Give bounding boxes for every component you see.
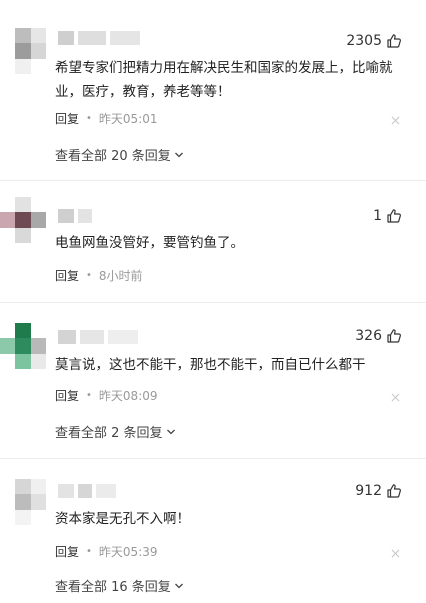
like-button[interactable]: 912 xyxy=(355,482,402,500)
like-count: 2305 xyxy=(346,33,382,49)
thumbs-up-icon xyxy=(387,209,401,223)
comment-item: 326 莫言说，这也不能干，那也不能干，而自已什么都干 回复 • 昨天08:09… xyxy=(0,303,426,458)
chevron-down-icon xyxy=(174,152,183,157)
thumbs-up-icon xyxy=(387,329,401,343)
reply-button[interactable]: 回复 xyxy=(55,543,79,560)
username[interactable] xyxy=(58,484,116,498)
avatar[interactable] xyxy=(0,323,46,369)
chevron-down-icon xyxy=(174,583,183,588)
close-icon[interactable] xyxy=(391,116,400,125)
username[interactable] xyxy=(58,209,92,223)
reply-button[interactable]: 回复 xyxy=(55,387,79,404)
like-button[interactable]: 326 xyxy=(355,327,402,345)
comment-meta: 回复 • 昨天05:39 xyxy=(55,543,158,560)
like-count: 326 xyxy=(355,328,382,344)
thumbs-up-icon xyxy=(387,484,401,498)
comment-text: 资本家是无孔不入啊！ xyxy=(55,511,190,527)
like-count: 912 xyxy=(355,483,382,499)
view-all-replies-button[interactable]: 查看全部 16 条回复 xyxy=(55,576,184,595)
meta-separator: • xyxy=(86,546,92,557)
chevron-down-icon xyxy=(166,429,175,434)
comment-time: 昨天08:09 xyxy=(98,389,158,403)
comment-item: 2305 希望专家们把精力用在解决民生和国家的发展上，比喻就业，医疗，教育，养老… xyxy=(0,0,426,180)
view-all-replies-label: 查看全部 20 条回复 xyxy=(55,149,171,164)
view-all-replies-button[interactable]: 查看全部 20 条回复 xyxy=(55,145,184,164)
comment-text: 希望专家们把精力用在解决民生和国家的发展上，比喻就业，医疗，教育，养老等等！ xyxy=(55,60,393,100)
meta-separator: • xyxy=(86,270,92,281)
comment-time: 昨天05:01 xyxy=(98,112,158,126)
like-button[interactable]: 1 xyxy=(373,207,402,225)
reply-button[interactable]: 回复 xyxy=(55,267,79,284)
close-icon[interactable] xyxy=(391,549,400,558)
view-all-replies-label: 查看全部 2 条回复 xyxy=(55,426,163,441)
comment-text: 莫言说，这也不能干，那也不能干，而自已什么都干 xyxy=(55,357,366,373)
comment-item: 912 资本家是无孔不入啊！ 回复 • 昨天05:39 查看全部 16 条回复 xyxy=(0,459,426,603)
comment-meta: 回复 • 昨天05:01 xyxy=(55,110,158,127)
comment-time: 8小时前 xyxy=(98,269,143,283)
avatar[interactable] xyxy=(0,197,46,243)
close-icon[interactable] xyxy=(391,393,400,402)
username[interactable] xyxy=(58,31,140,45)
avatar[interactable] xyxy=(0,28,46,74)
meta-separator: • xyxy=(86,390,92,401)
username[interactable] xyxy=(58,330,138,344)
like-button[interactable]: 2305 xyxy=(346,32,402,50)
comment-text: 电鱼网鱼没管好，要管钓鱼了。 xyxy=(55,235,244,251)
comment-meta: 回复 • 8小时前 xyxy=(55,267,143,284)
comment-meta: 回复 • 昨天08:09 xyxy=(55,387,158,404)
comment-item: 1 电鱼网鱼没管好，要管钓鱼了。 回复 • 8小时前 xyxy=(0,181,426,302)
thumbs-up-icon xyxy=(387,34,401,48)
view-all-replies-button[interactable]: 查看全部 2 条回复 xyxy=(55,422,176,441)
comment-time: 昨天05:39 xyxy=(98,545,158,559)
meta-separator: • xyxy=(86,113,92,124)
avatar[interactable] xyxy=(0,479,46,525)
like-count: 1 xyxy=(373,208,382,224)
reply-button[interactable]: 回复 xyxy=(55,110,79,127)
view-all-replies-label: 查看全部 16 条回复 xyxy=(55,580,171,595)
